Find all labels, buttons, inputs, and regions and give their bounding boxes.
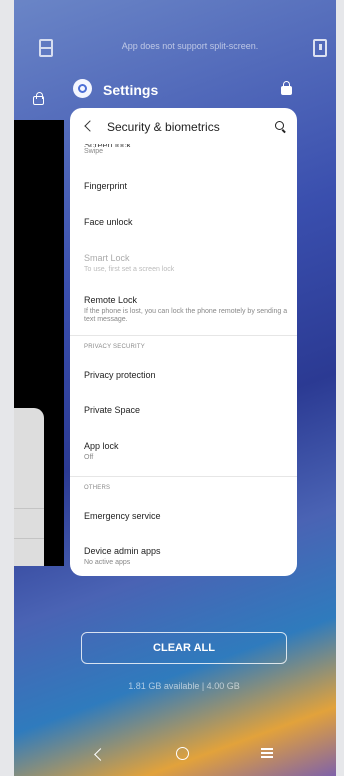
- book-icon[interactable]: [313, 39, 327, 57]
- divider: [70, 335, 297, 336]
- list-item-title: Face unlock: [84, 217, 133, 227]
- screen-edge-right: [336, 0, 344, 776]
- list-item-title: App lock: [84, 441, 119, 451]
- background-app-card-secondary[interactable]: [14, 408, 44, 566]
- list-item-app-lock[interactable]: App lock Off: [84, 441, 289, 462]
- list-item-title: Device admin apps: [84, 546, 161, 556]
- nav-home-icon[interactable]: [176, 747, 189, 760]
- screen-edge-left: [0, 0, 14, 776]
- settings-gear-icon: [73, 79, 92, 98]
- list-item-title: Fingerprint: [84, 181, 128, 191]
- list-item-title: Privacy protection: [84, 370, 156, 380]
- list-item-subtitle: If the phone is lost, you can lock the p…: [84, 308, 288, 323]
- nav-back-icon[interactable]: [94, 748, 107, 761]
- nav-menu-icon[interactable]: [261, 748, 273, 758]
- list-item-subtitle: To use, first set a screen lock: [84, 266, 175, 273]
- list-item-title: Smart Lock: [84, 253, 130, 263]
- divider: [14, 538, 44, 539]
- split-screen-message: App does not support split-screen.: [121, 41, 259, 51]
- split-screen-icon[interactable]: [39, 39, 53, 57]
- list-item-face-unlock[interactable]: Face unlock: [84, 217, 289, 228]
- list-item-subtitle: No active apps: [84, 559, 131, 566]
- list-item-device-admin-apps[interactable]: Device admin apps No active apps: [84, 546, 289, 567]
- clear-all-button[interactable]: CLEAR ALL: [81, 632, 287, 664]
- app-preview-card[interactable]: Security & biometrics Screen lock Swipe …: [70, 108, 297, 576]
- lock-icon[interactable]: [281, 81, 292, 95]
- list-item-privacy-protection[interactable]: Privacy protection: [84, 370, 289, 381]
- list-item-emergency-service[interactable]: Emergency service: [84, 511, 289, 522]
- list-item-subtitle: Off: [84, 454, 94, 461]
- card-header: Security & biometrics: [70, 108, 297, 146]
- screen-lock-title: Screen lock: [84, 144, 164, 147]
- section-header-others: OTHERS: [84, 485, 111, 491]
- list-item-subtitle: Swipe: [84, 148, 104, 155]
- list-item-screen-lock[interactable]: Swipe: [84, 148, 289, 156]
- list-item-fingerprint[interactable]: Fingerprint: [84, 181, 289, 192]
- back-arrow-icon[interactable]: [84, 120, 96, 132]
- list-item-private-space[interactable]: Private Space: [84, 405, 289, 416]
- page-title: Security & biometrics: [107, 120, 220, 134]
- memory-status: 1.81 GB available | 4.00 GB: [128, 681, 240, 691]
- list-item-title: Remote Lock: [84, 295, 138, 305]
- section-header-privacy: PRIVACY SECURITY: [84, 344, 145, 350]
- app-title: Settings: [103, 82, 159, 98]
- lock-icon[interactable]: [33, 92, 44, 105]
- divider: [70, 476, 297, 477]
- list-item-title: Private Space: [84, 405, 141, 415]
- divider: [14, 508, 44, 509]
- search-icon[interactable]: [275, 121, 284, 130]
- list-item-smart-lock: Smart Lock To use, first set a screen lo…: [84, 253, 289, 274]
- list-item-title: Emergency service: [84, 511, 161, 521]
- list-item-remote-lock[interactable]: Remote Lock If the phone is lost, you ca…: [84, 295, 289, 324]
